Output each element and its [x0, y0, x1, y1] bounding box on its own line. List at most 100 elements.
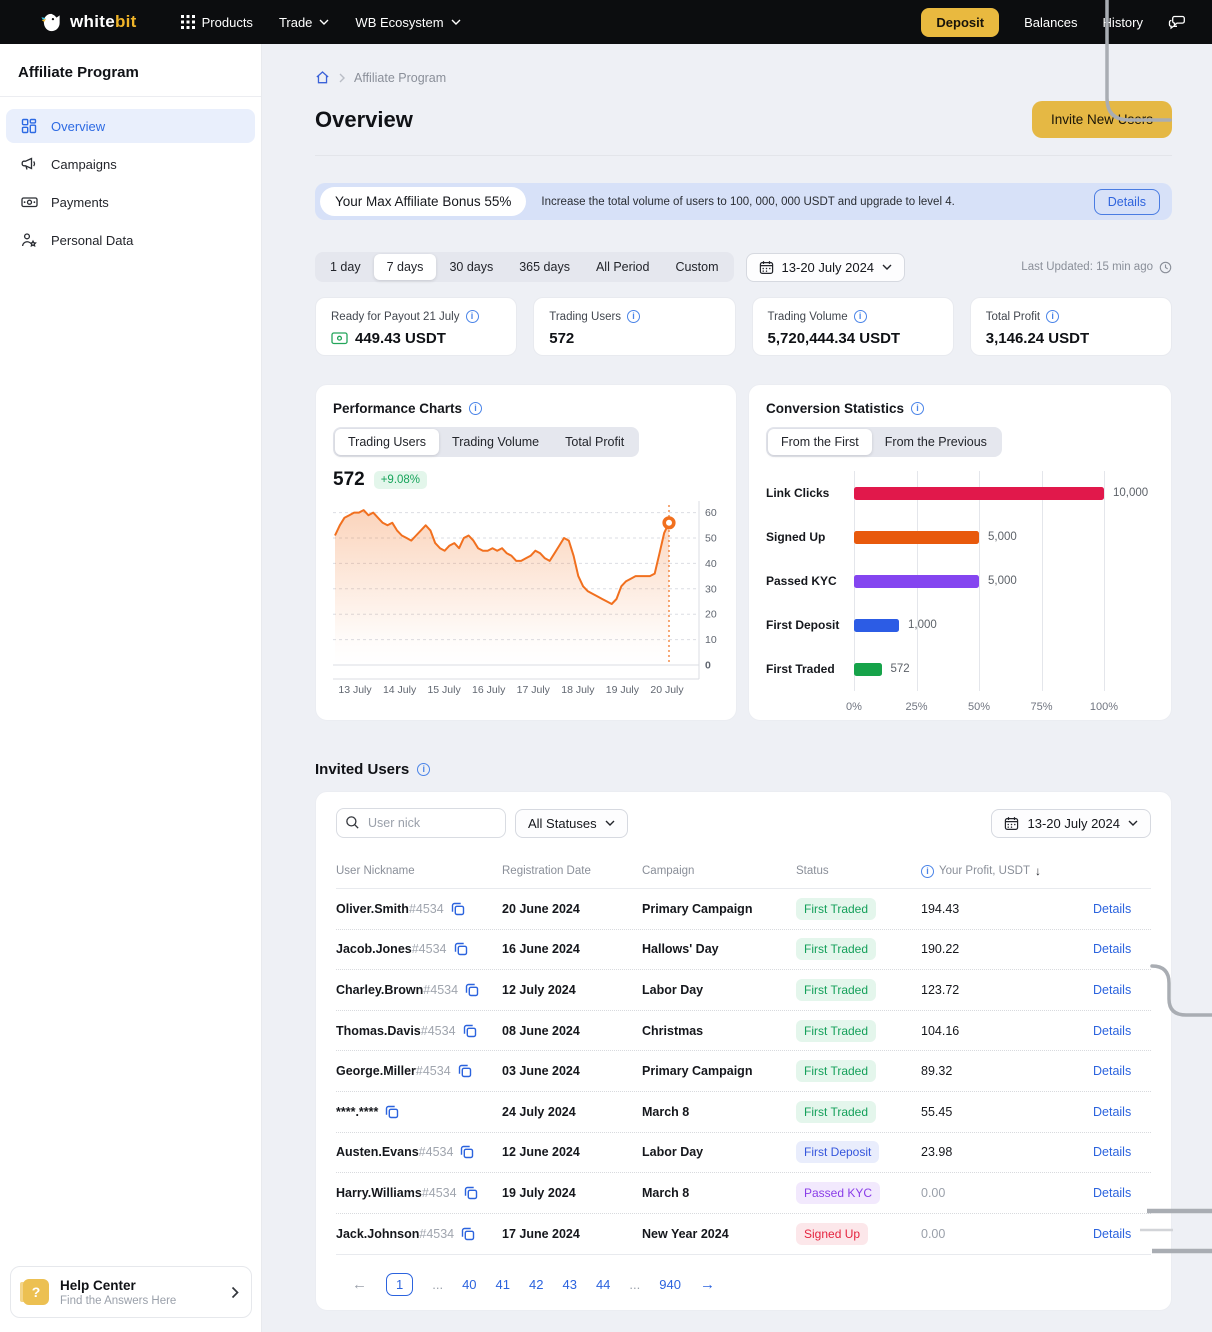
sidebar-item-payments[interactable]: Payments [6, 185, 255, 219]
copy-icon[interactable] [464, 1186, 478, 1200]
support-chat-icon[interactable] [1168, 14, 1186, 30]
table-date-range-picker[interactable]: 13-20 July 2024 [991, 809, 1151, 838]
page-button-43[interactable]: 43 [562, 1277, 576, 1292]
conversion-bar-value: 572 [891, 663, 910, 675]
help-center-card[interactable]: ? Help Center Find the Answers Here [10, 1266, 252, 1318]
invited-users-rows: Oliver.Smith#453420 June 2024Primary Cam… [336, 889, 1151, 1254]
copy-icon[interactable] [454, 942, 468, 956]
cell-profit: 123.72 [921, 983, 1093, 997]
col-campaign[interactable]: Campaign [642, 864, 796, 878]
period-tab-1-day[interactable]: 1 day [317, 254, 374, 280]
search-input[interactable] [336, 808, 506, 838]
nav-products[interactable]: Products [181, 15, 253, 30]
details-link[interactable]: Details [1093, 1145, 1131, 1159]
page-button-940[interactable]: 940 [659, 1277, 681, 1292]
performance-tab-trading-volume[interactable]: Trading Volume [439, 429, 552, 455]
sidebar-title: Affiliate Program [0, 44, 261, 96]
performance-tab-total-profit[interactable]: Total Profit [552, 429, 637, 455]
sidebar-item-overview[interactable]: Overview [6, 109, 255, 143]
page-button-40[interactable]: 40 [462, 1277, 476, 1292]
col-actions [1093, 864, 1151, 878]
sidebar-item-campaigns[interactable]: Campaigns [6, 147, 255, 181]
next-page-button[interactable]: → [700, 1276, 715, 1293]
invited-user-row: Jacob.Jones#453416 June 2024Hallows' Day… [336, 930, 1151, 971]
conversion-tab-from-the-previous[interactable]: From the Previous [872, 429, 1000, 455]
info-icon[interactable]: i [854, 310, 867, 323]
invited-user-row: Jack.Johnson#453417 June 2024New Year 20… [336, 1214, 1151, 1255]
info-icon[interactable]: i [466, 310, 479, 323]
period-tab-custom[interactable]: Custom [662, 254, 731, 280]
details-link[interactable]: Details [1093, 1186, 1131, 1200]
col-registration-date[interactable]: Registration Date [502, 864, 642, 878]
user-id: #4534 [422, 1186, 457, 1200]
col-your-profit[interactable]: i Your Profit, USDT ↓ [921, 864, 1093, 878]
chevron-right-icon [231, 1286, 239, 1299]
bonus-level-pill: Your Max Affiliate Bonus 55% [320, 187, 526, 216]
nav-trade[interactable]: Trade [279, 15, 329, 30]
page-button-44[interactable]: 44 [596, 1277, 610, 1292]
col-user-nickname[interactable]: User Nickname [336, 864, 502, 878]
home-icon[interactable] [315, 70, 330, 85]
info-icon[interactable]: i [921, 865, 934, 878]
period-tab-all-period[interactable]: All Period [583, 254, 663, 280]
page-button-41[interactable]: 41 [496, 1277, 510, 1292]
info-icon[interactable]: i [911, 402, 924, 415]
period-tab-7-days[interactable]: 7 days [374, 254, 437, 280]
conversion-bar-track: 1,000 [854, 619, 1104, 632]
bonus-details-button[interactable]: Details [1094, 189, 1160, 215]
details-link[interactable]: Details [1093, 942, 1131, 956]
conversion-rows: Link Clicks10,000Signed Up5,000Passed KY… [766, 471, 1154, 691]
chevron-down-icon [319, 19, 329, 25]
invite-new-users-button[interactable]: Invite New Users [1032, 101, 1172, 138]
chevron-down-icon [605, 820, 615, 826]
copy-icon[interactable] [463, 1024, 477, 1038]
calendar-icon [1004, 816, 1019, 831]
details-link[interactable]: Details [1093, 983, 1131, 997]
details-link[interactable]: Details [1093, 902, 1131, 916]
page-button-42[interactable]: 42 [529, 1277, 543, 1292]
breadcrumb-page[interactable]: Affiliate Program [354, 71, 446, 85]
svg-text:30: 30 [705, 583, 717, 595]
period-tab-30-days[interactable]: 30 days [436, 254, 506, 280]
user-nickname: Oliver.Smith [336, 902, 409, 916]
copy-icon[interactable] [461, 1227, 475, 1241]
whitebit-logo[interactable]: whitebit [40, 11, 137, 34]
breadcrumb: Affiliate Program [315, 70, 1172, 85]
page-button-1[interactable]: 1 [386, 1273, 413, 1296]
date-range-picker[interactable]: 13-20 July 2024 [746, 253, 906, 282]
copy-icon[interactable] [465, 983, 479, 997]
copy-icon[interactable] [451, 902, 465, 916]
sidebar-item-personal-data[interactable]: Personal Data [6, 223, 255, 257]
svg-text:40: 40 [705, 558, 717, 570]
primary-nav: Products Trade WB Ecosystem [181, 15, 461, 30]
details-link[interactable]: Details [1093, 1227, 1131, 1241]
status-badge: First Traded [796, 938, 876, 960]
info-icon[interactable]: i [417, 763, 430, 776]
prev-page-button[interactable]: ← [352, 1276, 367, 1293]
deposit-button[interactable]: Deposit [921, 8, 999, 37]
performance-tab-trading-users[interactable]: Trading Users [335, 429, 439, 455]
period-filter-row: 1 day7 days30 days365 daysAll PeriodCust… [315, 252, 1172, 282]
svg-text:10: 10 [705, 634, 717, 646]
details-link[interactable]: Details [1093, 1064, 1131, 1078]
nav-trade-label: Trade [279, 15, 312, 30]
invited-users-heading: Invited Users i [315, 761, 1172, 778]
nav-wb-ecosystem[interactable]: WB Ecosystem [355, 15, 460, 30]
balances-link[interactable]: Balances [1024, 15, 1077, 30]
info-icon[interactable]: i [469, 402, 482, 415]
user-search [336, 808, 506, 838]
copy-icon[interactable] [458, 1064, 472, 1078]
sort-desc-icon[interactable]: ↓ [1035, 864, 1041, 878]
copy-icon[interactable] [385, 1105, 399, 1119]
status-filter-dropdown[interactable]: All Statuses [515, 809, 628, 838]
copy-icon[interactable] [460, 1145, 474, 1159]
history-link[interactable]: History [1103, 15, 1143, 30]
details-link[interactable]: Details [1093, 1105, 1131, 1119]
details-link[interactable]: Details [1093, 1024, 1131, 1038]
col-status[interactable]: Status [796, 864, 921, 878]
period-tab-365-days[interactable]: 365 days [506, 254, 583, 280]
stat-label: Trading Volume [768, 311, 848, 323]
info-icon[interactable]: i [627, 310, 640, 323]
info-icon[interactable]: i [1046, 310, 1059, 323]
conversion-tab-from-the-first[interactable]: From the First [768, 429, 872, 455]
